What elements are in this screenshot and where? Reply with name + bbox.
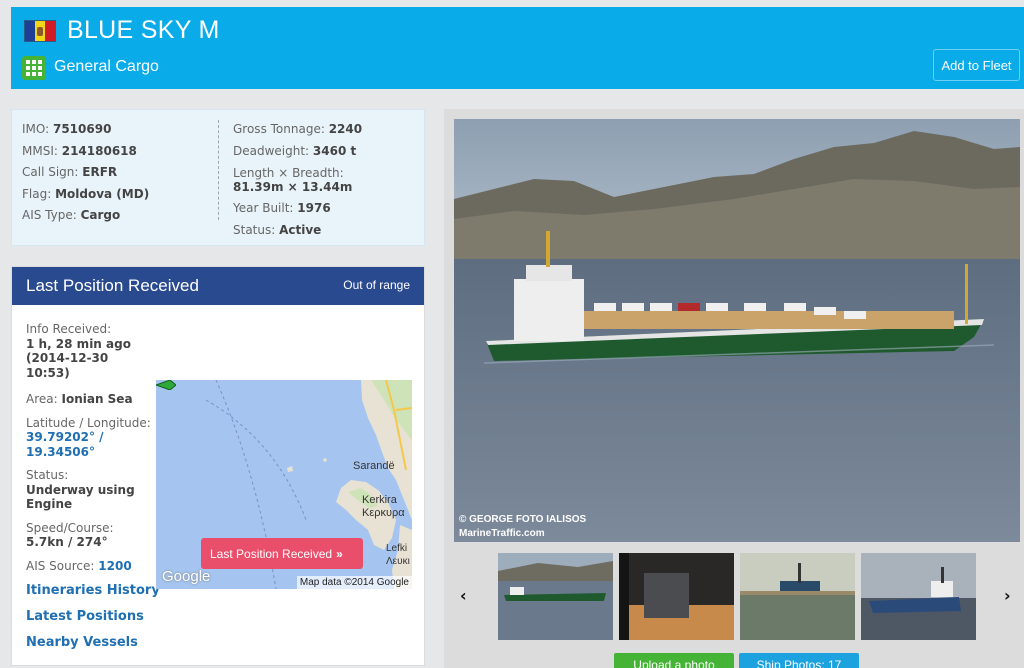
gross-tonnage-row: Gross Tonnage: 2240	[233, 122, 363, 136]
photo-panel: © GEORGE FOTO IALISOS MarineTraffic.com …	[444, 109, 1024, 668]
thumbnail-3-image	[740, 553, 855, 640]
deadweight-row: Deadweight: 3460 t	[233, 143, 357, 158]
ship-type: General Cargo	[54, 58, 159, 75]
thumbnail-4-image	[861, 553, 976, 640]
info-received: Info Received: 1 h, 28 min ago (2014-12-…	[26, 322, 131, 380]
position-details: Info Received: 1 h, 28 min ago (2014-12-…	[26, 322, 156, 582]
call-sign-row: Call Sign: ERFR	[22, 165, 118, 179]
vessel-dimensions-list: Gross Tonnage: 2240 Deadweight: 3460 t L…	[233, 119, 413, 241]
thumbnail-2[interactable]	[619, 553, 734, 640]
vessel-info-panel: IMO: 7510690 MMSI: 214180618 Call Sign: …	[11, 109, 425, 246]
main-ship-photo[interactable]: © GEORGE FOTO IALISOS MarineTraffic.com	[454, 119, 1020, 542]
flag-row: Flag: Moldova (MD)	[22, 186, 150, 201]
info-divider	[218, 120, 219, 220]
thumbnail-4[interactable]	[861, 553, 976, 640]
chevron-left-icon[interactable]: ‹	[460, 586, 467, 605]
call-sign-value: ERFR	[82, 165, 118, 179]
imo-value: 7510690	[52, 122, 112, 136]
position-links: Itineraries History Latest Positions Nea…	[26, 583, 160, 661]
vessel-header: BLUE SKY M General Cargo Add to Fleet	[11, 7, 1024, 89]
map-label-lefki-greek: Λευκι	[386, 556, 410, 567]
google-logo: Google	[162, 568, 211, 585]
ship-photo-image	[454, 119, 1020, 542]
map-label-sarande: Sarandë	[353, 460, 395, 472]
mmsi-value: 214180618	[61, 143, 137, 158]
thumbnail-1-image	[498, 553, 613, 640]
map-label-lefki: Lefki	[386, 543, 408, 554]
length-breadth-value: 81.39m × 13.44m	[233, 180, 353, 194]
ais-type-row: AIS Type: Cargo	[22, 208, 121, 222]
vessel-identity-list: IMO: 7510690 MMSI: 214180618 Call Sign: …	[22, 119, 149, 227]
upload-photo-button[interactable]: Upload a photo	[614, 653, 734, 668]
photo-credit: © GEORGE FOTO IALISOS	[459, 514, 587, 525]
ais-type-value: Cargo	[80, 208, 121, 222]
thumbnail-2-image	[619, 553, 734, 640]
last-position-received-button[interactable]: Last Position Received»	[201, 538, 363, 569]
map-label-kerkira: Kerkira	[362, 494, 397, 506]
latest-positions-link[interactable]: Latest Positions	[26, 609, 160, 635]
area-row: Area: Ionian Sea	[26, 392, 133, 406]
nav-status: Status: Underway using Engine	[26, 468, 135, 511]
year-built-row: Year Built: 1976	[233, 201, 331, 215]
itineraries-history-link[interactable]: Itineraries History	[26, 583, 160, 609]
thumbnail-3[interactable]	[740, 553, 855, 640]
map-attribution: Map data ©2014 Google	[296, 576, 412, 589]
double-chevron-right-icon: »	[336, 546, 343, 561]
length-breadth-label: Length × Breadth:	[233, 166, 344, 180]
last-position-header: Last Position Received Out of range	[12, 267, 424, 305]
nearby-vessels-link[interactable]: Nearby Vessels	[26, 635, 160, 661]
last-position-title: Last Position Received	[26, 276, 199, 295]
mmsi-row: MMSI: 214180618	[22, 143, 137, 158]
photo-thumbnails: ‹ ›	[444, 553, 1024, 641]
general-cargo-icon	[22, 56, 46, 80]
map-label-kerkyra-greek: Κερκυρα	[362, 507, 405, 519]
photo-site: MarineTraffic.com	[459, 528, 545, 539]
chevron-right-icon[interactable]: ›	[1004, 586, 1011, 605]
imo-row: IMO: 7510690	[22, 122, 112, 136]
thumbnail-1[interactable]	[498, 553, 613, 640]
moldova-flag-icon	[24, 20, 56, 42]
add-to-fleet-button[interactable]: Add to Fleet	[933, 49, 1020, 81]
flag-value: Moldova (MD)	[55, 186, 150, 201]
last-position-card: Last Position Received Out of range Info…	[11, 266, 425, 666]
position-map[interactable]: Sarandë Kerkira Κερκυρα Lefki Λευκι Last…	[156, 380, 412, 589]
ship-photos-button[interactable]: Ship Photos: 17	[739, 653, 859, 668]
ship-name: BLUE SKY M	[67, 16, 220, 44]
range-status: Out of range	[343, 278, 410, 292]
ais-source: AIS Source: 1200	[26, 558, 132, 573]
lat-lon: Latitude / Longitude: 39.79202° / 19.345…	[26, 415, 151, 459]
status-row: Status: Active	[233, 222, 322, 237]
speed-course: Speed/Course: 5.7kn / 274°	[26, 520, 114, 550]
vessel-position-marker[interactable]	[156, 380, 176, 390]
